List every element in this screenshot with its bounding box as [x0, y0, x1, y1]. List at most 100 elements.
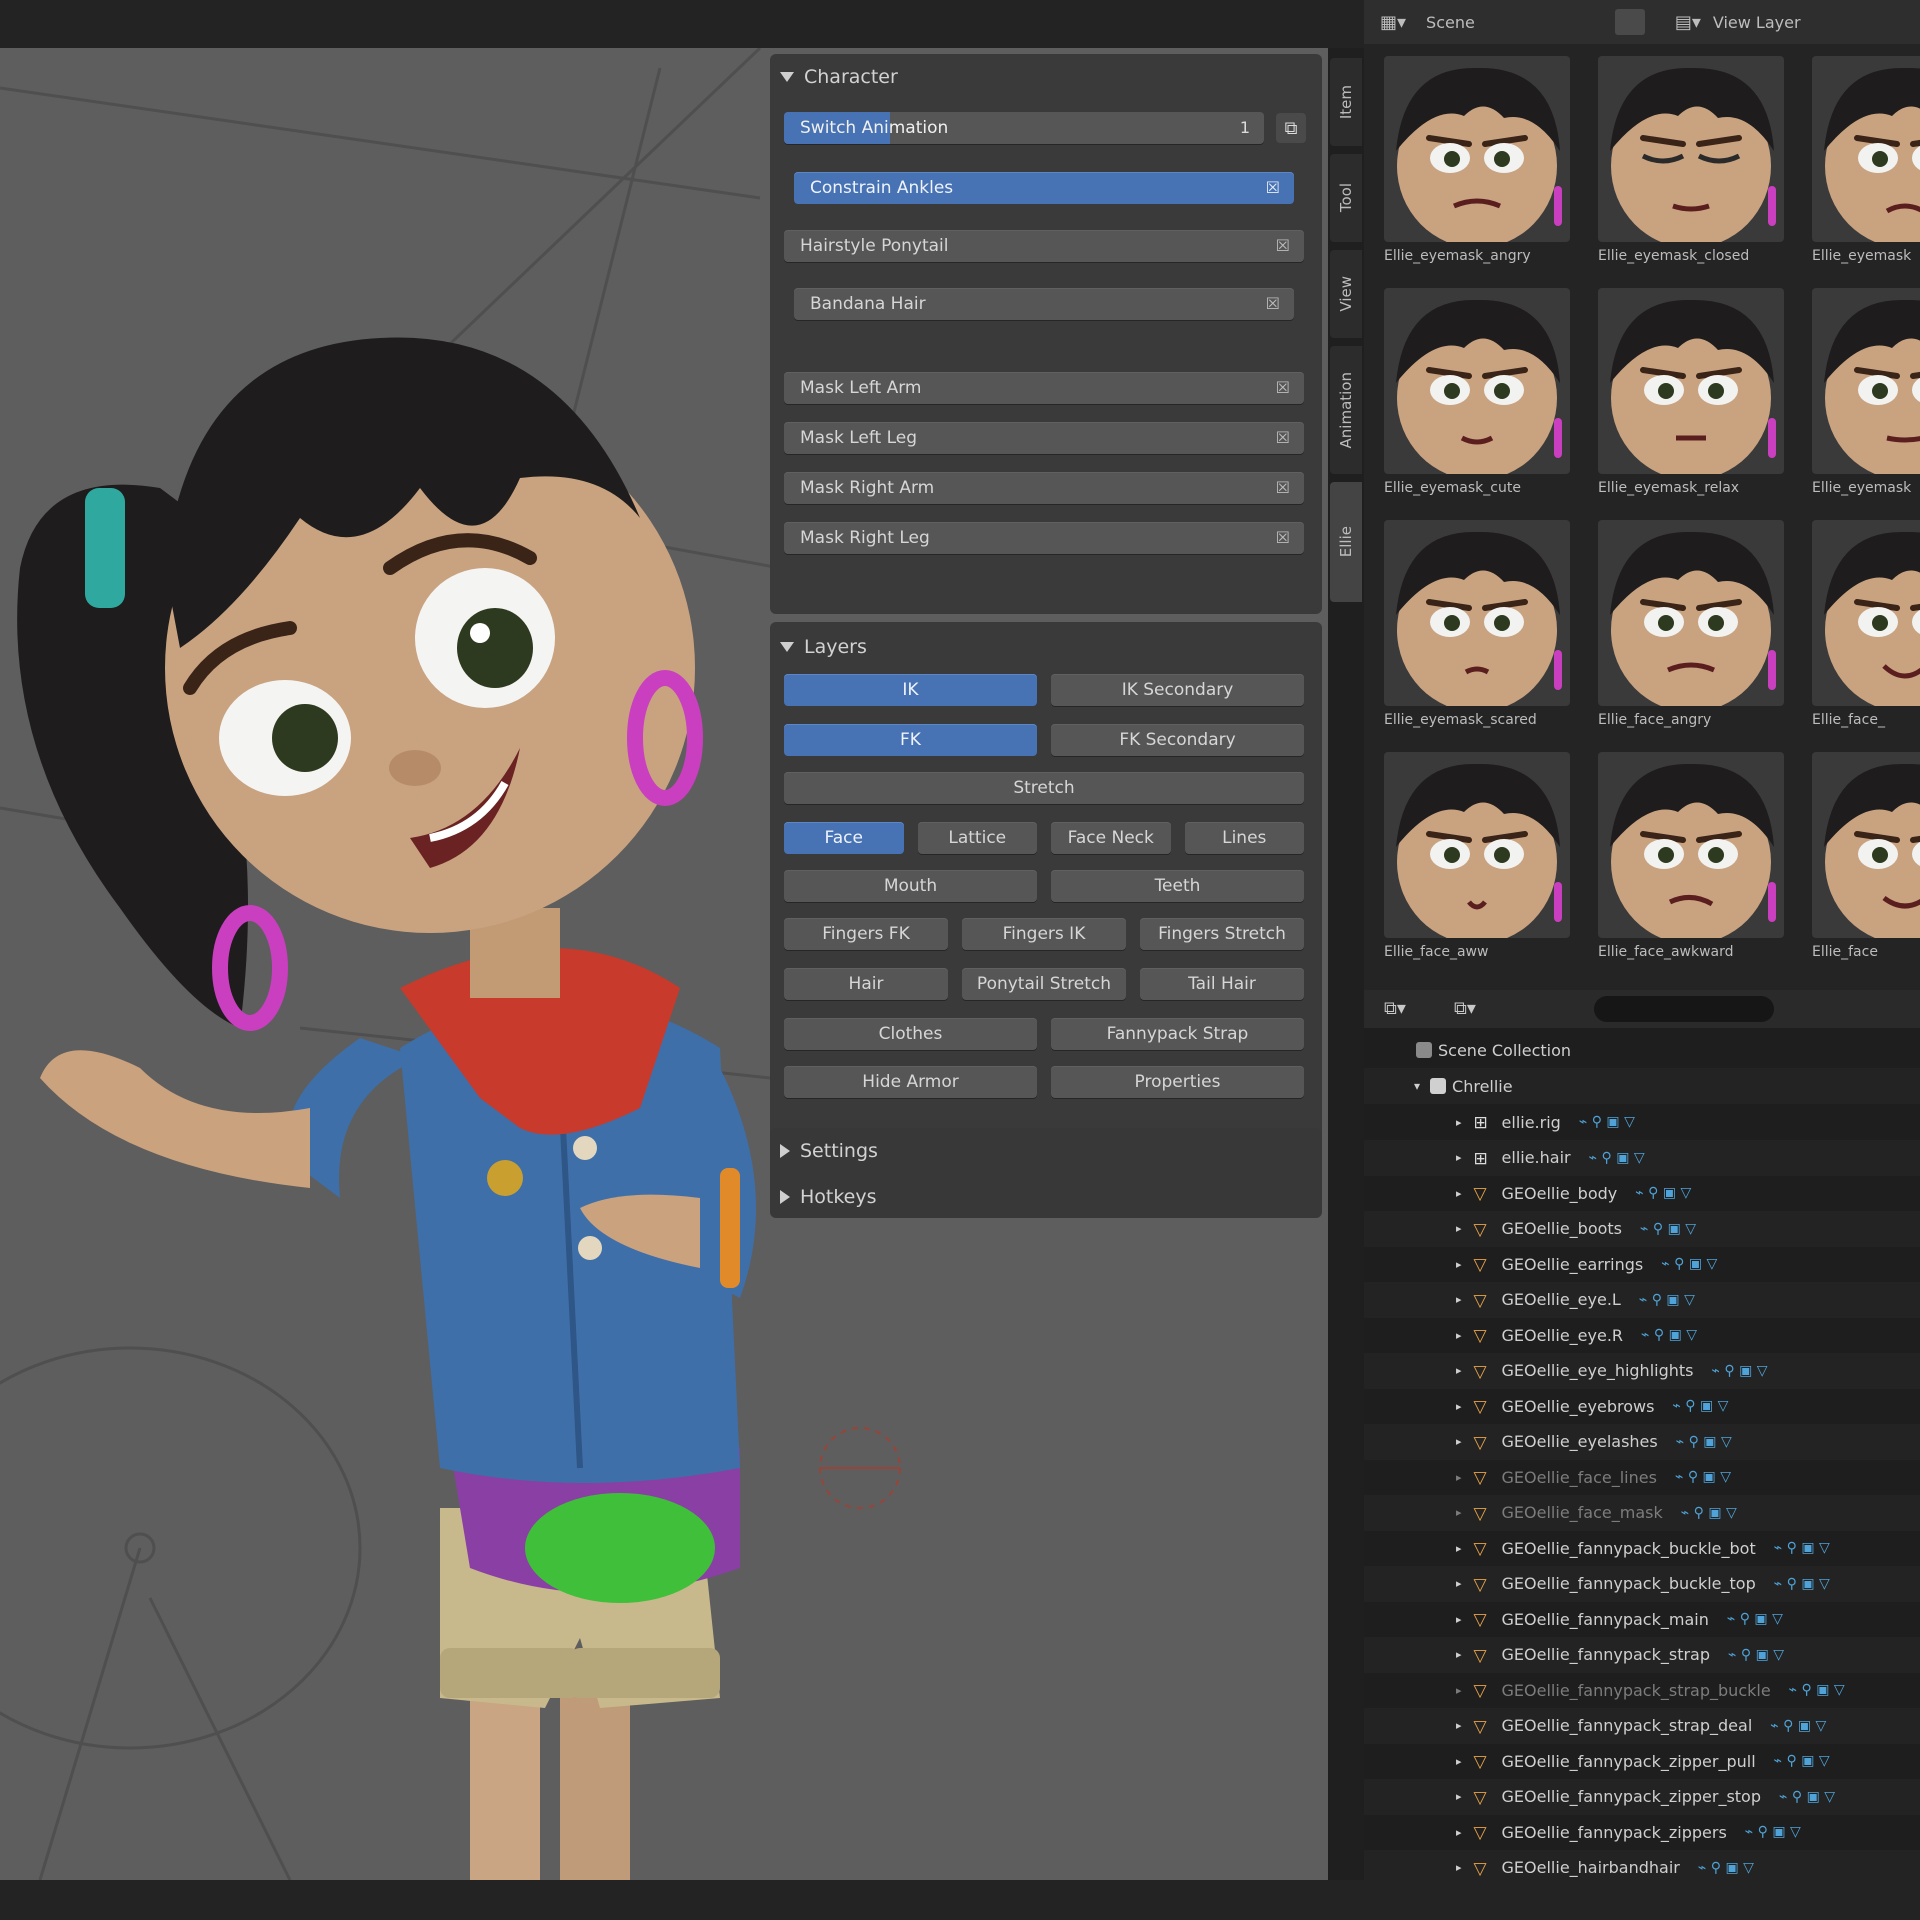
chevron-right-icon[interactable]: ▸ [1456, 1293, 1462, 1306]
toggle-button[interactable]: Hairstyle Ponytail ☒ [784, 230, 1304, 262]
chevron-right-icon[interactable]: ▸ [1456, 1861, 1462, 1874]
outliner-row[interactable]: ▸ ▽ GEOellie_eyebrows ⌁ ⚲ ▣ ▽ [1364, 1388, 1920, 1424]
outliner-row[interactable]: ▸ ▽ GEOellie_eye.R ⌁ ⚲ ▣ ▽ [1364, 1317, 1920, 1353]
pose-thumbnail[interactable]: Ellie_face_ [1812, 520, 1920, 752]
outliner-row[interactable]: ▸ ▽ GEOellie_eye_highlights ⌁ ⚲ ▣ ▽ [1364, 1352, 1920, 1389]
outliner-row[interactable]: ▸ ⊞ ellie.hair ⌁ ⚲ ▣ ▽ [1364, 1139, 1920, 1176]
chevron-right-icon[interactable]: ▸ [1456, 1258, 1462, 1271]
layer-toggle-button[interactable]: Mouth [784, 870, 1037, 902]
chevron-right-icon[interactable]: ▸ [1456, 1471, 1462, 1484]
layer-toggle-button[interactable]: Fannypack Strap [1051, 1018, 1304, 1050]
outliner-row[interactable]: ▸ ▽ GEOellie_fannypack_zipper_pull ⌁ ⚲ ▣ ▽ [1364, 1743, 1920, 1779]
outliner-row[interactable]: ▸ ▽ GEOellie_body ⌁ ⚲ ▣ ▽ [1364, 1175, 1920, 1211]
chevron-right-icon[interactable]: ▸ [1456, 1648, 1462, 1661]
outliner-row[interactable]: ▸ ▽ GEOellie_fannypack_strap_buckle ⌁ ⚲ ▣ ▽ [1364, 1672, 1920, 1708]
outliner-row[interactable]: ▸ ▽ GEOellie_fannypack_buckle_top ⌁ ⚲ ▣ ▽ [1364, 1565, 1920, 1602]
chevron-right-icon[interactable]: ▸ [1456, 1542, 1462, 1555]
pose-thumbnail[interactable]: Ellie_eyemask_angry [1384, 56, 1580, 288]
pose-thumbnail[interactable]: Ellie_eyemask_scared [1384, 520, 1580, 752]
layer-toggle-button[interactable]: Lines [1184, 822, 1304, 854]
editor-type-icon[interactable]: ▦▾ [1380, 12, 1406, 33]
layer-toggle-button[interactable]: Fingers FK [784, 918, 948, 950]
outliner-row[interactable]: ▸ ⊞ ellie.rig ⌁ ⚲ ▣ ▽ [1364, 1104, 1920, 1140]
chevron-right-icon[interactable]: ▸ [1456, 1684, 1462, 1697]
outliner-row[interactable]: ▸ ▽ GEOellie_fannypack_strap_deal ⌁ ⚲ ▣ ▽ [1364, 1707, 1920, 1744]
chevron-right-icon[interactable]: ▸ [1456, 1400, 1462, 1413]
layers-section-header[interactable]: Layers [780, 630, 867, 664]
layer-toggle-button[interactable]: Tail Hair [1140, 968, 1304, 1000]
layer-toggle-button[interactable]: Clothes [784, 1018, 1037, 1050]
outliner-row[interactable]: ▸ ▽ GEOellie_earrings ⌁ ⚲ ▣ ▽ [1364, 1246, 1920, 1282]
scene-collection-row[interactable]: Scene Collection [1364, 1032, 1920, 1068]
outliner-row[interactable]: ▸ ▽ GEOellie_fannypack_strap ⌁ ⚲ ▣ ▽ [1364, 1636, 1920, 1673]
layer-toggle-button[interactable]: Lattice [917, 822, 1037, 854]
mask-button[interactable]: Mask Right Arm ☒ [784, 472, 1304, 504]
pose-thumbnail[interactable]: Ellie_eyemask_cute [1384, 288, 1580, 520]
layer-toggle-button[interactable]: Ponytail Stretch [962, 968, 1126, 1000]
chevron-right-icon[interactable]: ▸ [1456, 1116, 1462, 1129]
chevron-right-icon[interactable]: ▸ [1456, 1329, 1462, 1342]
outliner-row[interactable]: ▸ ▽ GEOellie_face_lines ⌁ ⚲ ▣ ▽ [1364, 1459, 1920, 1495]
chevron-right-icon[interactable]: ▸ [1456, 1755, 1462, 1768]
layer-toggle-button[interactable]: FK Secondary [1051, 724, 1304, 756]
layer-toggle-button[interactable]: Face [784, 822, 904, 854]
chevron-right-icon[interactable]: ▸ [1456, 1613, 1462, 1626]
layer-toggle-button[interactable]: Hair [784, 968, 948, 1000]
animation-settings-icon[interactable]: ⧉ [1276, 113, 1306, 143]
character-section-header[interactable]: Character [780, 60, 898, 94]
layer-toggle-button[interactable]: Properties [1051, 1066, 1304, 1098]
mask-button[interactable]: Mask Left Arm ☒ [784, 372, 1304, 404]
layer-toggle-button[interactable]: Face Neck [1051, 822, 1171, 854]
chevron-right-icon[interactable]: ▸ [1456, 1790, 1462, 1803]
outliner-row[interactable]: ▸ ▽ GEOellie_fannypack_zippers ⌁ ⚲ ▣ ▽ [1364, 1814, 1920, 1850]
sidebar-tab[interactable]: Ellie [1330, 482, 1362, 602]
chevron-right-icon[interactable]: ▸ [1456, 1826, 1462, 1839]
collapsed-section-header[interactable]: Hotkeys [780, 1180, 877, 1214]
layer-toggle-button[interactable]: Stretch [784, 772, 1304, 804]
outliner-row[interactable]: ▸ ▽ GEOellie_fannypack_zipper_stop ⌁ ⚲ ▣ ▽ [1364, 1778, 1920, 1815]
sidebar-tab[interactable]: Item [1330, 58, 1362, 146]
outliner-row[interactable]: ▸ ▽ GEOellie_eyelashes ⌁ ⚲ ▣ ▽ [1364, 1423, 1920, 1460]
mask-button[interactable]: Mask Left Leg ☒ [784, 422, 1304, 454]
pose-thumbnail[interactable]: Ellie_eyemask [1812, 56, 1920, 288]
pose-thumbnail[interactable]: Ellie_face_angry [1598, 520, 1794, 752]
layer-toggle-button[interactable]: Fingers Stretch [1140, 918, 1304, 950]
chevron-right-icon[interactable]: ▸ [1456, 1364, 1462, 1377]
toggle-button[interactable]: Bandana Hair ☒ [794, 288, 1294, 320]
outliner-row[interactable]: ▸ ▽ GEOellie_face_mask ⌁ ⚲ ▣ ▽ [1364, 1494, 1920, 1531]
pose-thumbnail[interactable]: Ellie_eyemask_closed [1598, 56, 1794, 288]
outliner-row[interactable]: ▸ ▽ GEOellie_fannypack_buckle_bot ⌁ ⚲ ▣ ▽ [1364, 1530, 1920, 1566]
layer-toggle-button[interactable]: Fingers IK [962, 918, 1126, 950]
toggle-button[interactable]: Constrain Ankles ☒ [794, 172, 1294, 204]
chevron-right-icon[interactable]: ▸ [1456, 1719, 1462, 1732]
pose-thumbnail[interactable]: Ellie_face [1812, 752, 1920, 984]
mask-button[interactable]: Mask Right Leg ☒ [784, 522, 1304, 554]
outliner-row[interactable]: ▸ ▽ GEOellie_fannypack_main ⌁ ⚲ ▣ ▽ [1364, 1601, 1920, 1637]
filter-icon[interactable]: ⧉▾ [1454, 998, 1476, 1019]
outliner-row[interactable]: ▸ ▽ GEOellie_boots ⌁ ⚲ ▣ ▽ [1364, 1210, 1920, 1247]
outliner-search-input[interactable] [1594, 996, 1774, 1022]
pose-thumbnail[interactable]: Ellie_face_awkward [1598, 752, 1794, 984]
layer-toggle-button[interactable]: FK [784, 724, 1037, 756]
layer-toggle-button[interactable]: Teeth [1051, 870, 1304, 902]
collapsed-section-header[interactable]: Settings [780, 1134, 878, 1168]
sidebar-tab[interactable]: View [1330, 250, 1362, 338]
collection-row[interactable]: ▾ Chrellie [1364, 1068, 1920, 1104]
display-mode-icon[interactable]: ⧉▾ [1384, 998, 1406, 1019]
view-layer-icon[interactable]: ▤▾ [1675, 12, 1701, 33]
chevron-right-icon[interactable]: ▸ [1456, 1151, 1462, 1164]
switch-animation-slider[interactable]: Switch Animation 1 [784, 112, 1264, 144]
layer-toggle-button[interactable]: Hide Armor [784, 1066, 1037, 1098]
chevron-right-icon[interactable]: ▸ [1456, 1577, 1462, 1590]
sidebar-tab[interactable]: Animation [1330, 346, 1362, 474]
sidebar-tab[interactable]: Tool [1330, 154, 1362, 242]
pose-thumbnail[interactable]: Ellie_eyemask_relax [1598, 288, 1794, 520]
scene-browse-icon[interactable] [1614, 9, 1645, 35]
chevron-right-icon[interactable]: ▸ [1456, 1187, 1462, 1200]
pose-thumbnail[interactable]: Ellie_eyemask [1812, 288, 1920, 520]
pose-thumbnail[interactable]: Ellie_face_aww [1384, 752, 1580, 984]
chevron-right-icon[interactable]: ▸ [1456, 1222, 1462, 1235]
chevron-right-icon[interactable]: ▸ [1456, 1435, 1462, 1448]
outliner-row[interactable]: ▸ ▽ GEOellie_eye.L ⌁ ⚲ ▣ ▽ [1364, 1281, 1920, 1318]
chevron-right-icon[interactable]: ▸ [1456, 1506, 1462, 1519]
